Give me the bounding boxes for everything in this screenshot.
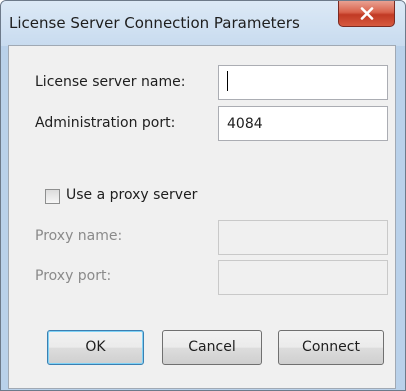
ok-button[interactable]: OK: [47, 330, 144, 365]
close-x-icon: [360, 7, 374, 20]
text-caret: [227, 71, 228, 91]
proxy-port-label: Proxy port:: [35, 268, 112, 284]
use-proxy-checkbox[interactable]: [45, 189, 60, 204]
server-name-label: License server name:: [35, 74, 186, 90]
proxy-name-input[interactable]: [218, 220, 388, 255]
proxy-port-input[interactable]: [218, 260, 388, 295]
connect-button[interactable]: Connect: [278, 330, 384, 365]
server-name-input[interactable]: [218, 65, 388, 100]
cancel-button[interactable]: Cancel: [162, 330, 262, 365]
window-title: License Server Connection Parameters: [9, 14, 300, 32]
admin-port-label: Administration port:: [35, 115, 176, 131]
close-button[interactable]: [338, 1, 395, 27]
proxy-name-label: Proxy name:: [35, 228, 123, 244]
use-proxy-label[interactable]: Use a proxy server: [66, 187, 197, 203]
title-bar[interactable]: License Server Connection Parameters: [1, 1, 405, 46]
admin-port-input[interactable]: [218, 106, 388, 141]
